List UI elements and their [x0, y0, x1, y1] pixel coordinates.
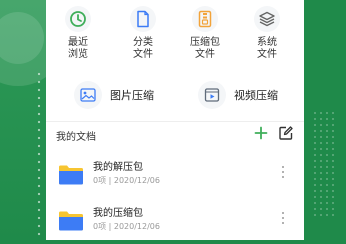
folder-icon [58, 164, 84, 186]
clock-icon [65, 6, 91, 32]
docs-header: 我的文档 [56, 126, 296, 144]
tool-label: 图片压缩 [110, 89, 154, 102]
background-left [0, 0, 46, 240]
quick-access-archive[interactable]: 压缩包 文件 [175, 0, 235, 68]
quick-access-label: 最近 浏览 [68, 37, 88, 60]
more-icon[interactable] [281, 212, 285, 226]
tool-image-compress[interactable]: 图片压缩 [74, 76, 154, 114]
folder-icon [58, 210, 84, 232]
add-icon[interactable] [252, 124, 270, 142]
quick-access-grid: 最近 浏览 分类 文件 压缩包 文件 系统 文件 [46, 0, 304, 68]
decorative-dots [36, 70, 42, 240]
tools-row: 图片压缩 视频压缩 [46, 76, 304, 114]
video-icon [198, 81, 226, 109]
docs-title: 我的文档 [56, 132, 96, 143]
quick-access-category[interactable]: 分类 文件 [113, 0, 173, 68]
file-row[interactable]: 我的解压包 0项 | 2020/12/06 [46, 158, 304, 198]
tool-video-compress[interactable]: 视频压缩 [198, 76, 278, 114]
quick-access-label: 系统 文件 [257, 37, 277, 60]
background-right [304, 0, 346, 240]
quick-access-label: 压缩包 文件 [190, 37, 220, 60]
edit-icon[interactable] [278, 125, 294, 141]
section-divider [46, 121, 304, 122]
file-name: 我的压缩包 [93, 208, 143, 219]
quick-access-system[interactable]: 系统 文件 [237, 0, 297, 68]
file-row[interactable]: 我的压缩包 0项 | 2020/12/06 [46, 204, 304, 244]
main-card: 最近 浏览 分类 文件 压缩包 文件 系统 文件 图片压缩 视频压缩 我的文档 … [46, 0, 304, 240]
tool-label: 视频压缩 [234, 89, 278, 102]
file-meta: 0项 | 2020/12/06 [93, 222, 160, 231]
file-icon [130, 6, 156, 32]
file-meta: 0项 | 2020/12/06 [93, 176, 160, 185]
quick-access-label: 分类 文件 [133, 37, 153, 60]
decorative-dots-right [312, 110, 336, 220]
layers-icon [254, 6, 280, 32]
file-name: 我的解压包 [93, 162, 143, 173]
archive-icon [192, 6, 218, 32]
quick-access-recent[interactable]: 最近 浏览 [48, 0, 108, 68]
more-icon[interactable] [281, 166, 285, 180]
image-icon [74, 81, 102, 109]
